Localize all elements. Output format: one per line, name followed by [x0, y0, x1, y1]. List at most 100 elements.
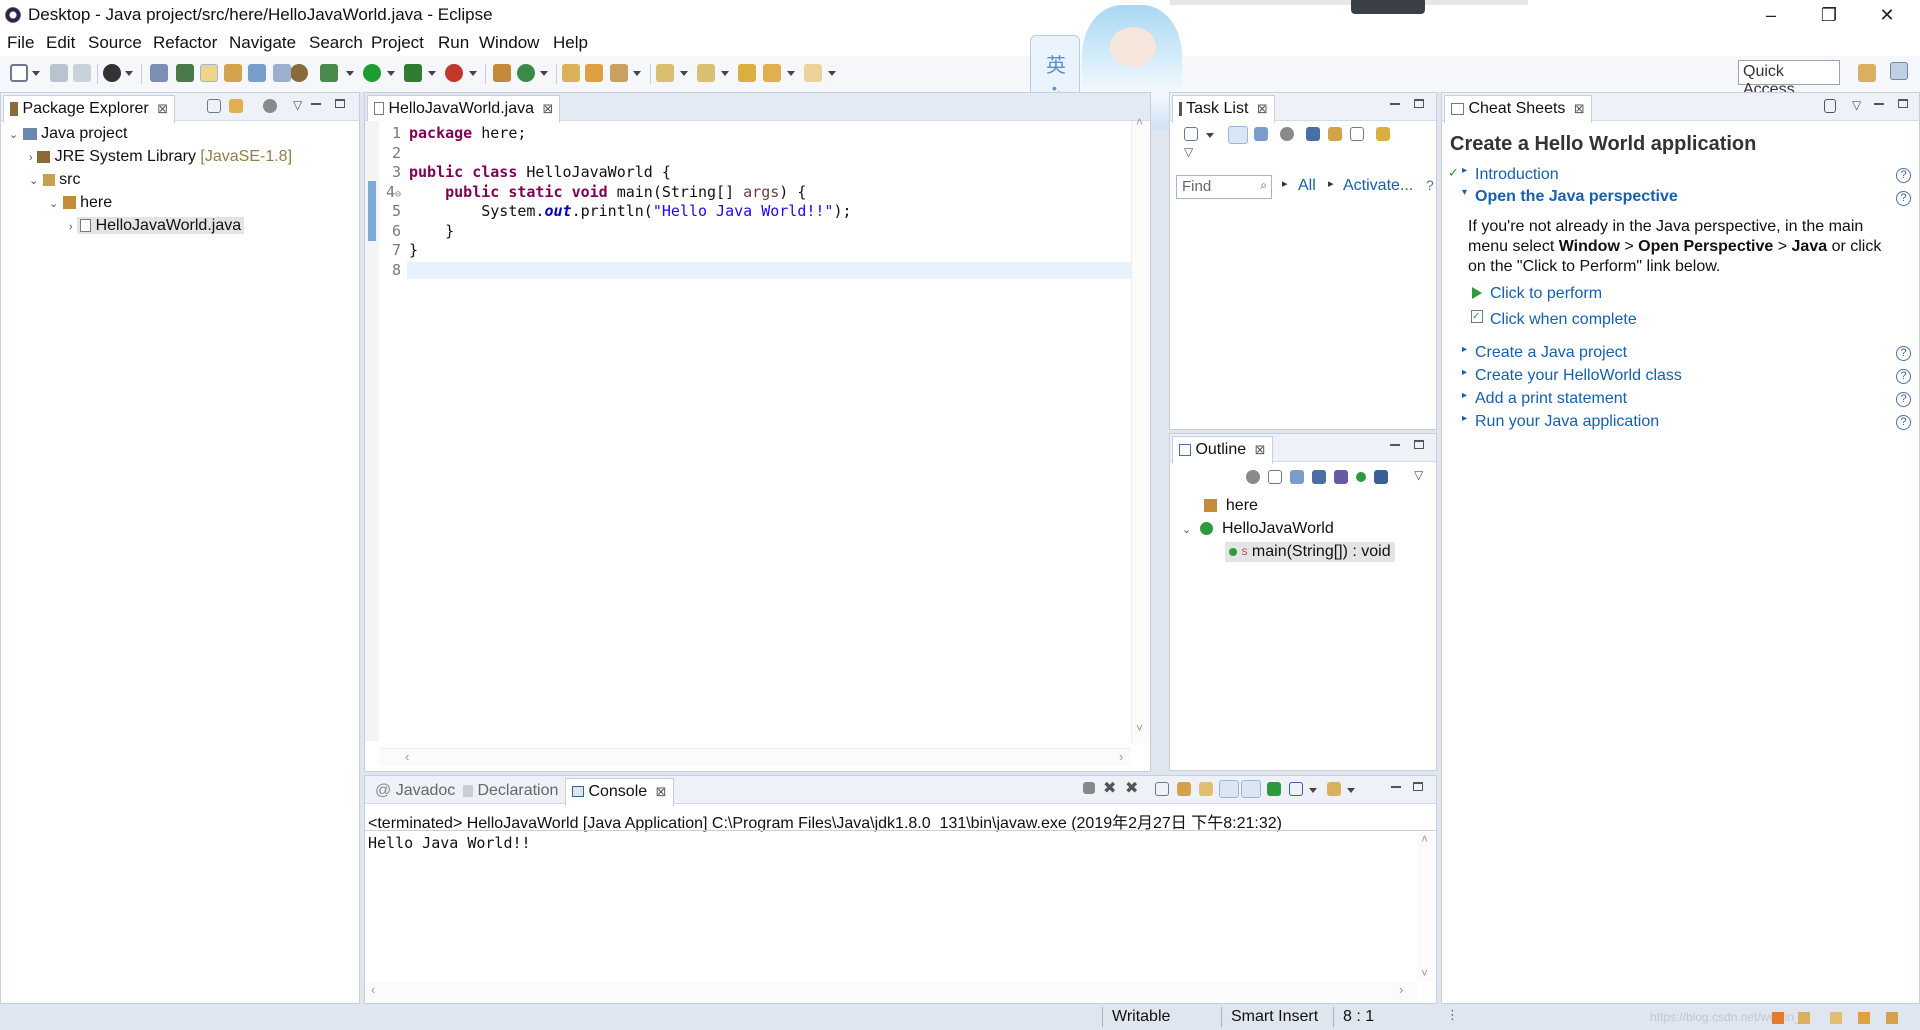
profile-dropdown-icon[interactable] [125, 71, 133, 76]
filter-icon[interactable] [1280, 127, 1294, 141]
java-perspective-icon[interactable] [1890, 62, 1908, 80]
tray-icon[interactable] [1830, 1012, 1842, 1024]
minimize-icon[interactable] [1874, 103, 1884, 105]
help-icon[interactable]: ? [1896, 392, 1911, 407]
debug-icon[interactable] [290, 64, 308, 82]
tray-icon[interactable] [1772, 1012, 1784, 1024]
hide-nonpublic-icon[interactable] [1356, 472, 1366, 482]
cheat-step-introduction[interactable]: Introduction [1475, 166, 1559, 184]
maximize-icon[interactable] [1898, 99, 1908, 108]
new-java-package-icon[interactable] [493, 64, 511, 82]
scroll-left-icon[interactable]: ‹ [405, 749, 409, 764]
display-console-icon[interactable] [1289, 782, 1303, 796]
tab-package-explorer[interactable]: Package Explorer ⊠ [3, 95, 176, 123]
external-tools-icon[interactable] [445, 64, 463, 82]
tree-item-jre-library[interactable]: › JRE System Library [JavaSE-1.8] [29, 147, 292, 167]
help-icon[interactable]: ? [1426, 177, 1434, 193]
maximize-icon[interactable] [1413, 782, 1423, 791]
close-tab-icon[interactable]: ⊠ [542, 101, 553, 116]
minimize-icon[interactable] [1390, 444, 1400, 446]
previous-annotation-icon[interactable] [697, 64, 715, 82]
help-icon[interactable]: ? [1896, 415, 1911, 430]
view-menu-icon[interactable]: ▽ [293, 98, 302, 112]
scroll-left-icon[interactable]: ‹ [371, 982, 375, 997]
view-menu-icon[interactable]: ▽ [1414, 468, 1423, 482]
maximize-icon[interactable] [1414, 440, 1424, 449]
menu-help[interactable]: Help [553, 33, 588, 53]
help-icon[interactable]: ? [1896, 369, 1911, 384]
help-icon[interactable]: ? [1896, 191, 1911, 206]
pin-console-icon[interactable] [1267, 782, 1281, 796]
complete-check-icon[interactable]: ✓ [1471, 310, 1483, 323]
back-dropdown-icon[interactable] [787, 71, 795, 76]
task-activate-link[interactable]: Activate... [1343, 177, 1413, 195]
menu-run[interactable]: Run [438, 33, 469, 53]
tray-icon[interactable] [1886, 1012, 1898, 1024]
menu-search[interactable]: Search [309, 33, 363, 53]
outline-item-method[interactable]: S main(String[]) : void [1225, 542, 1395, 562]
tree-item-src[interactable]: ⌄ src [29, 170, 80, 190]
clear-console-icon[interactable] [1155, 782, 1169, 796]
hide-static-icon[interactable] [1334, 470, 1348, 484]
search-icon[interactable] [224, 64, 242, 82]
last-edit-icon[interactable] [738, 64, 756, 82]
view-menu-icon[interactable]: ▽ [1184, 145, 1193, 159]
display-console-dropdown-icon[interactable] [1309, 788, 1317, 793]
close-tab-icon[interactable]: ⊠ [157, 101, 168, 116]
ime-language-label[interactable]: 英 [1046, 49, 1066, 78]
click-when-complete-link[interactable]: Click when complete [1490, 311, 1637, 329]
code-line-1[interactable]: package here; [409, 125, 852, 142]
open-folder-icon[interactable] [585, 64, 603, 82]
code-line-4[interactable]: public static void main(String[] args) { [409, 183, 852, 201]
show-stdout-icon[interactable] [1219, 780, 1239, 798]
remove-launch-icon[interactable]: ✖ [1103, 778, 1116, 798]
cheat-step-create-class[interactable]: Create your HelloWorld class [1475, 367, 1682, 385]
help-icon[interactable]: ? [1896, 168, 1911, 183]
click-to-perform-link[interactable]: Click to perform [1490, 285, 1602, 303]
chevron-right-icon[interactable]: › [69, 221, 73, 233]
menu-project[interactable]: Project [371, 33, 424, 53]
coverage-icon[interactable] [404, 64, 422, 82]
close-tab-icon[interactable]: ⊠ [656, 784, 667, 799]
debug-bug-icon[interactable] [320, 64, 338, 82]
back-icon[interactable] [763, 64, 781, 82]
console-vertical-scrollbar[interactable]: ˄ ˅ [1417, 832, 1435, 982]
scheduled-icon[interactable] [1254, 127, 1268, 141]
close-tab-icon[interactable]: ⊠ [1257, 101, 1268, 116]
collapse-all-icon[interactable] [207, 99, 221, 113]
menu-file[interactable]: File [7, 33, 34, 53]
cheat-step-add-print[interactable]: Add a print statement [1475, 390, 1627, 408]
tab-hellojavaworld[interactable]: HelloJavaWorld.java ⊠ [367, 95, 561, 123]
scroll-up-icon[interactable]: ˄ [1421, 832, 1428, 846]
minimize-icon[interactable] [311, 103, 321, 105]
code-area[interactable]: package here; public class HelloJavaWorl… [409, 125, 852, 278]
tab-javadoc[interactable]: @ Javadoc [369, 778, 461, 806]
new-dropdown-icon[interactable] [32, 71, 40, 76]
new-task-dropdown-icon[interactable] [1206, 133, 1214, 138]
outline-item-package[interactable]: here [1204, 496, 1258, 516]
previous-annotation-dropdown-icon[interactable] [721, 71, 729, 76]
close-tab-icon[interactable]: ⊠ [1255, 442, 1266, 457]
menu-navigate[interactable]: Navigate [229, 33, 296, 53]
sync-icon[interactable] [1376, 127, 1390, 141]
maximize-icon[interactable] [1414, 99, 1424, 108]
code-line-2[interactable] [409, 145, 852, 162]
vertical-scrollbar[interactable]: ˄ ˅ [1131, 115, 1149, 743]
scroll-down-icon[interactable]: ˅ [1421, 966, 1428, 980]
menu-window[interactable]: Window [479, 33, 539, 53]
chevron-right-icon[interactable]: › [29, 152, 33, 164]
collapse-all-icon[interactable] [1268, 470, 1282, 484]
scroll-up-icon[interactable]: ˄ [1136, 115, 1143, 129]
scroll-right-icon[interactable]: › [1119, 749, 1123, 764]
next-annotation-icon[interactable] [656, 64, 674, 82]
save-icon[interactable] [50, 64, 68, 82]
scroll-lock-icon[interactable] [1177, 782, 1191, 796]
maximize-icon[interactable] [335, 99, 345, 108]
tab-outline[interactable]: Outline ⊠ [1172, 436, 1273, 464]
cheat-step-create-project[interactable]: Create a Java project [1475, 344, 1627, 362]
close-button[interactable]: ✕ [1864, 0, 1910, 30]
show-whitespace-icon[interactable] [273, 64, 291, 82]
new-icon[interactable] [10, 64, 28, 82]
run-icon[interactable] [363, 64, 381, 82]
collapse-all-icon[interactable] [1350, 127, 1364, 141]
